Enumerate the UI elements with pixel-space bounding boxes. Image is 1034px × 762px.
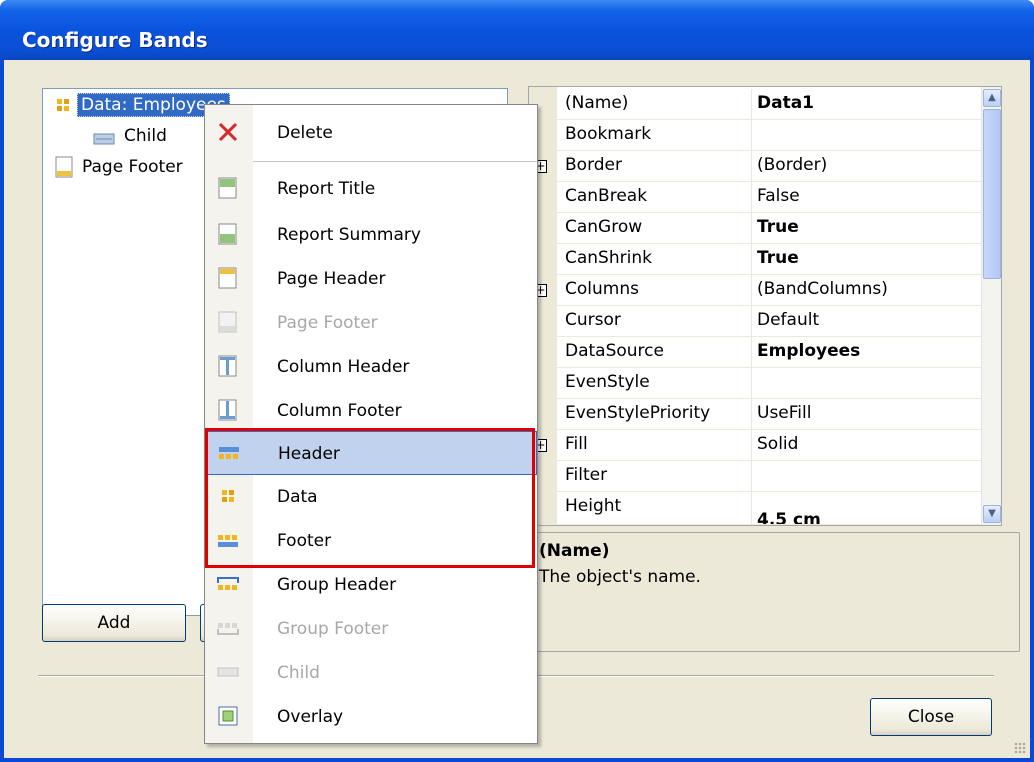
group-header-icon — [217, 573, 239, 595]
property-value[interactable]: (BandColumns) — [757, 279, 888, 299]
property-name: Border — [565, 155, 622, 175]
property-value[interactable]: False — [757, 186, 800, 206]
property-grid-scrollbar[interactable]: ▲ ▼ — [981, 87, 1001, 525]
page-footer-icon — [55, 156, 73, 178]
menu-item-column-footer[interactable]: Column Footer — [205, 389, 537, 433]
property-name: DataSource — [565, 341, 664, 361]
property-value[interactable]: True — [757, 217, 799, 237]
resize-grip-icon[interactable] — [1014, 742, 1026, 754]
menu-item-report-summary[interactable]: Report Summary — [205, 213, 537, 257]
page-header-icon — [217, 267, 239, 289]
property-row-border[interactable]: + Border (Border) — [534, 151, 985, 182]
delete-x-icon — [217, 121, 239, 143]
property-name: Cursor — [565, 310, 621, 330]
dialog-title: Configure Bands — [22, 28, 208, 52]
data-band-icon — [55, 97, 71, 113]
menu-item-page-footer[interactable]: Page Footer — [205, 301, 537, 345]
property-row-fill[interactable]: + Fill Solid — [534, 430, 985, 461]
group-footer-icon — [217, 617, 239, 639]
property-grid[interactable]: (Name) Data1 Bookmark + Border (Border) … — [528, 86, 1002, 526]
property-help-panel: (Name) The object's name. — [528, 532, 1020, 652]
property-row-evenstyle[interactable]: EvenStyle — [557, 368, 985, 399]
property-value[interactable]: Default — [757, 310, 819, 330]
menu-item-label: Group Footer — [277, 619, 389, 639]
menu-item-label: Page Header — [277, 269, 386, 289]
property-name: CanGrow — [565, 217, 643, 237]
property-row-cangrow[interactable]: CanGrow True — [557, 213, 985, 244]
menu-item-label: Column Header — [277, 357, 410, 377]
menu-item-label: Child — [277, 663, 320, 683]
property-row-cursor[interactable]: Cursor Default — [557, 306, 985, 337]
child-band-icon — [93, 130, 115, 145]
menu-item-column-header[interactable]: Column Header — [205, 345, 537, 389]
tree-item-label: Page Footer — [82, 157, 183, 177]
property-row-filter[interactable]: Filter — [557, 461, 985, 492]
menu-item-label: Report Summary — [277, 225, 421, 245]
tree-item-child[interactable]: Child — [93, 122, 170, 150]
property-value[interactable]: Data1 — [757, 93, 814, 113]
add-band-context-menu: Delete Report Title Report Summary Page … — [204, 104, 538, 744]
property-value[interactable]: (Border) — [757, 155, 827, 175]
add-button[interactable]: Add — [42, 604, 186, 642]
scroll-up-icon[interactable]: ▲ — [983, 89, 1001, 107]
close-button[interactable]: Close — [870, 698, 992, 736]
property-row-evenstylepriority[interactable]: EvenStylePriority UseFill — [557, 399, 985, 430]
page-footer-icon — [217, 311, 239, 333]
property-value[interactable]: UseFill — [757, 403, 811, 423]
tree-item-label: Child — [124, 126, 167, 146]
scroll-down-icon[interactable]: ▼ — [983, 505, 1001, 523]
property-row-name[interactable]: (Name) Data1 — [557, 89, 985, 120]
property-value[interactable]: Employees — [757, 341, 860, 361]
report-title-icon — [217, 177, 239, 199]
menu-item-label: Group Header — [277, 575, 397, 595]
help-description: The object's name. — [539, 567, 701, 587]
menu-item-label: Overlay — [277, 707, 344, 727]
menu-item-label: Column Footer — [277, 401, 402, 421]
property-name: Filter — [565, 465, 608, 485]
property-row-height[interactable]: Height 4.5 cm — [557, 492, 985, 525]
menu-item-label: Delete — [277, 123, 333, 143]
column-header-icon — [217, 355, 239, 377]
tree-item-page-footer[interactable]: Page Footer — [55, 153, 186, 181]
property-name: Height — [565, 496, 622, 516]
annotation-highlight-box — [205, 428, 535, 568]
property-value[interactable]: 4.5 cm — [757, 510, 821, 524]
property-row-canshrink[interactable]: CanShrink True — [557, 244, 985, 275]
report-summary-icon — [217, 223, 239, 245]
column-footer-icon — [217, 399, 239, 421]
menu-item-group-header[interactable]: Group Header — [205, 563, 537, 607]
property-value[interactable]: True — [757, 248, 799, 268]
child-band-icon — [217, 661, 239, 683]
property-name: Bookmark — [565, 124, 652, 144]
menu-item-label: Report Title — [277, 179, 376, 199]
menu-item-overlay[interactable]: Overlay — [205, 695, 537, 739]
property-name: EvenStyle — [565, 372, 650, 392]
property-row-bookmark[interactable]: Bookmark — [557, 120, 985, 151]
menu-item-report-title[interactable]: Report Title — [205, 167, 537, 211]
property-name: Fill — [565, 434, 588, 454]
menu-item-delete[interactable]: Delete — [205, 111, 537, 155]
title-bar[interactable]: Configure Bands — [0, 0, 1034, 60]
property-name: CanShrink — [565, 248, 652, 268]
menu-item-label: Page Footer — [277, 313, 378, 333]
help-title: (Name) — [539, 541, 610, 561]
overlay-icon — [217, 705, 239, 727]
property-name: (Name) — [565, 93, 629, 113]
property-row-canbreak[interactable]: CanBreak False — [557, 182, 985, 213]
property-row-datasource[interactable]: DataSource Employees — [557, 337, 985, 368]
menu-item-group-footer[interactable]: Group Footer — [205, 607, 537, 651]
menu-item-child[interactable]: Child — [205, 651, 537, 695]
property-row-columns[interactable]: + Columns (BandColumns) — [534, 275, 985, 306]
property-value[interactable]: Solid — [757, 434, 798, 454]
property-name: CanBreak — [565, 186, 648, 206]
property-name: Columns — [565, 279, 639, 299]
scrollbar-thumb[interactable] — [983, 109, 1001, 279]
menu-item-page-header[interactable]: Page Header — [205, 257, 537, 301]
property-name: EvenStylePriority — [565, 403, 711, 423]
